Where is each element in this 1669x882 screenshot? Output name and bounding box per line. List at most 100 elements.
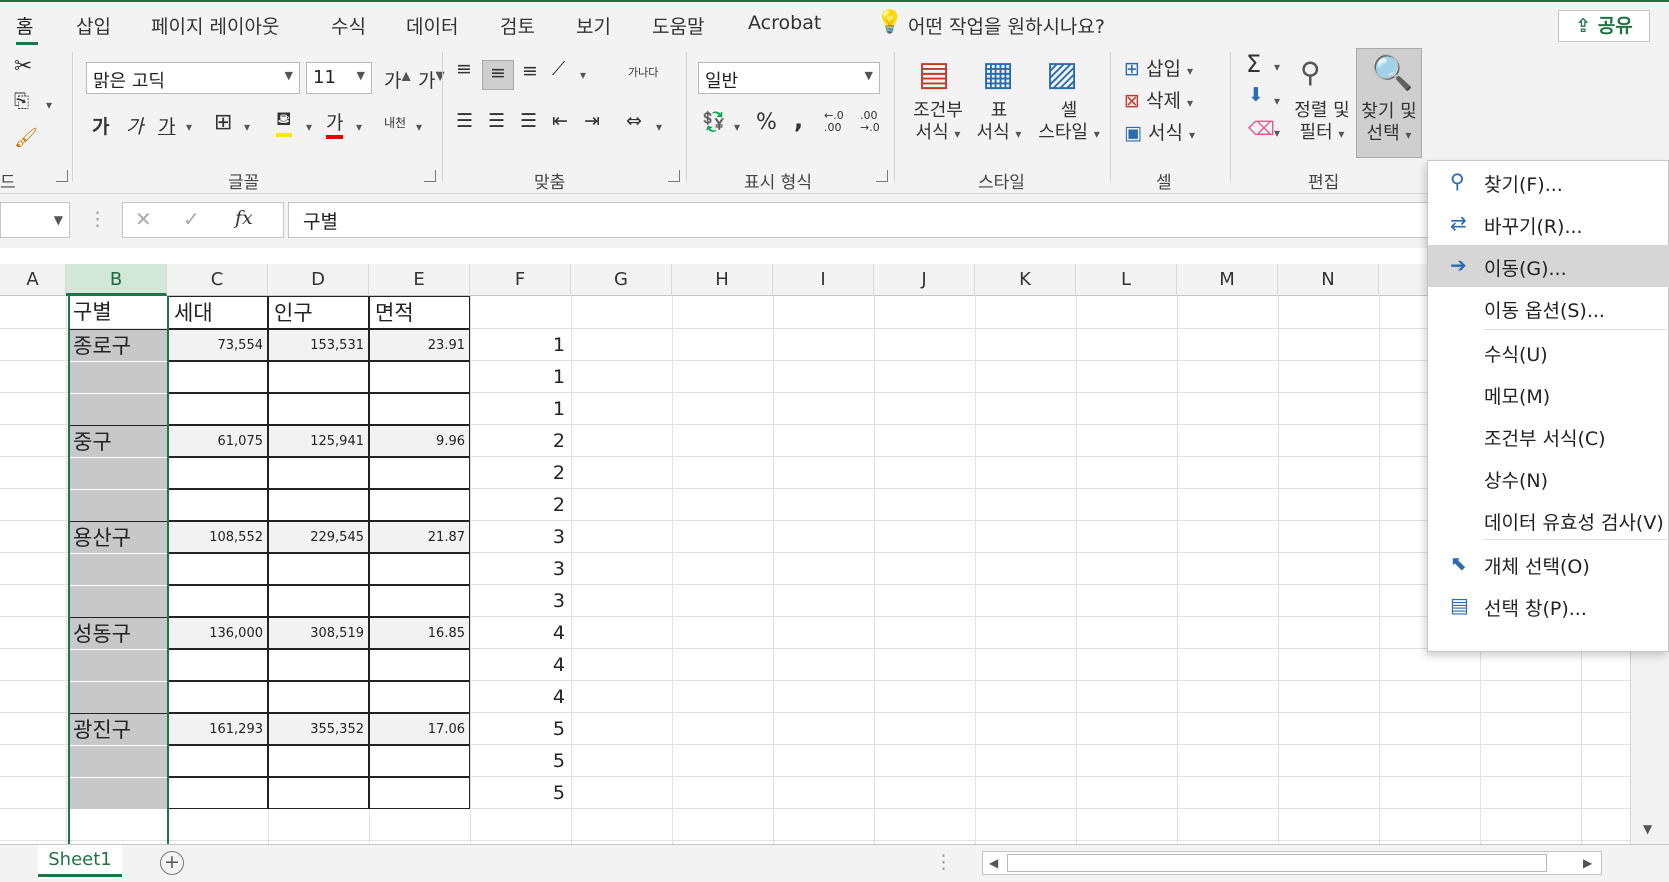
cell-population[interactable]: 229,545: [268, 521, 369, 553]
menu-item-4[interactable]: 수식(U): [1428, 331, 1669, 373]
cell-households[interactable]: 73,554: [168, 329, 268, 361]
cell-households[interactable]: [168, 361, 268, 393]
cancel-icon[interactable]: ✕: [135, 207, 152, 231]
menu-item-6[interactable]: 조건부 서식(C): [1428, 415, 1669, 457]
cell-f-value[interactable]: 5: [470, 777, 571, 809]
chevron-down-icon[interactable]: ▾: [416, 120, 422, 134]
col-header-g[interactable]: G: [571, 264, 672, 296]
bold-button[interactable]: 가: [92, 112, 109, 139]
grow-font-button[interactable]: 가▲: [384, 66, 411, 93]
cell-population[interactable]: [268, 489, 369, 521]
cell-households[interactable]: [168, 681, 268, 713]
font-name-select[interactable]: 맑은 고딕 ▼: [86, 62, 300, 94]
cell-f-value[interactable]: 4: [470, 617, 571, 649]
col-header-k[interactable]: K: [975, 264, 1076, 296]
cell-households[interactable]: [168, 457, 268, 489]
cell-area[interactable]: [369, 585, 470, 617]
tab-home[interactable]: 홈: [16, 12, 33, 39]
cell-f-value[interactable]: 1: [470, 393, 571, 425]
format-painter-icon[interactable]: 🖌: [14, 126, 38, 149]
cell-households[interactable]: 136,000: [168, 617, 268, 649]
italic-button[interactable]: 가: [126, 112, 143, 139]
cell-households[interactable]: 108,552: [168, 521, 268, 553]
cell-f-value[interactable]: 5: [470, 745, 571, 777]
number-format-select[interactable]: 일반 ▼: [698, 62, 880, 94]
chevron-down-icon[interactable]: ▾: [306, 120, 312, 134]
align-right-icon[interactable]: ☰: [520, 110, 537, 132]
scroll-left-icon[interactable]: ◀: [989, 856, 998, 870]
cell-f-value[interactable]: 2: [470, 489, 571, 521]
name-box[interactable]: ▼: [0, 202, 70, 238]
cell-population[interactable]: [268, 649, 369, 681]
menu-item-5[interactable]: 메모(M): [1428, 373, 1669, 415]
menu-item-2[interactable]: ➔ 이동(G)...: [1428, 245, 1669, 287]
orientation-icon[interactable]: ⟋: [552, 58, 565, 80]
menu-item-3[interactable]: 이동 옵션(S)...: [1428, 287, 1669, 329]
cell-f-value[interactable]: 5: [470, 713, 571, 745]
phonetic-button[interactable]: 내천: [384, 114, 406, 131]
cell-population[interactable]: [268, 777, 369, 809]
cell-f-value[interactable]: 2: [470, 425, 571, 457]
cell-households[interactable]: [168, 489, 268, 521]
cell-area[interactable]: 16.85: [369, 617, 470, 649]
col-header-e[interactable]: E: [369, 264, 470, 296]
menu-item-8[interactable]: 데이터 유효성 검사(V): [1428, 499, 1669, 541]
align-center-icon[interactable]: ☰: [488, 110, 505, 132]
autosum-button[interactable]: Σ: [1246, 50, 1261, 78]
cell-f-value[interactable]: 3: [470, 553, 571, 585]
font-size-select[interactable]: 11 ▼: [306, 62, 372, 94]
conditional-format-button[interactable]: 조건부 서식 ▾: [906, 100, 970, 145]
menu-item-10[interactable]: ▤ 선택 창(P)...: [1428, 585, 1669, 627]
scrollbar-thumb[interactable]: [1007, 854, 1547, 872]
cell-area[interactable]: [369, 649, 470, 681]
cell-f-value[interactable]: 3: [470, 585, 571, 617]
alignment-launcher[interactable]: [668, 170, 680, 182]
chevron-down-icon[interactable]: ▾: [1274, 126, 1280, 140]
scroll-down-icon[interactable]: ▼: [1643, 822, 1652, 836]
merge-center-icon[interactable]: ⇔: [626, 110, 642, 132]
chevron-down-icon[interactable]: ▾: [734, 120, 740, 134]
sort-filter-button[interactable]: 정렬 및 필터 ▾: [1290, 100, 1354, 145]
cell-population[interactable]: [268, 393, 369, 425]
tab-acrobat[interactable]: Acrobat: [748, 12, 821, 34]
cell-c1[interactable]: 세대: [168, 296, 268, 329]
font-color-button[interactable]: 가: [326, 108, 344, 139]
format-as-table-button[interactable]: 표 서식 ▾: [966, 100, 1032, 145]
fill-down-icon[interactable]: ⬇: [1248, 84, 1264, 106]
cell-area[interactable]: 21.87: [369, 521, 470, 553]
col-header-b[interactable]: B: [66, 264, 167, 296]
sheet-tab-sheet1[interactable]: Sheet1: [38, 845, 122, 877]
delete-cells-button[interactable]: ⊠ 삭제 ▾: [1124, 86, 1193, 113]
underline-button[interactable]: 가: [158, 112, 175, 139]
borders-icon[interactable]: ⊞: [214, 110, 232, 135]
cell-households[interactable]: 161,293: [168, 713, 268, 745]
cell-area[interactable]: [369, 745, 470, 777]
cell-households[interactable]: 61,075: [168, 425, 268, 457]
format-cells-button[interactable]: ▣ 서식 ▾: [1124, 118, 1195, 145]
cell-households[interactable]: [168, 649, 268, 681]
cell-population[interactable]: 153,531: [268, 329, 369, 361]
cell-area[interactable]: [369, 361, 470, 393]
col-header-h[interactable]: H: [672, 264, 773, 296]
cell-area[interactable]: 9.96: [369, 425, 470, 457]
chevron-down-icon[interactable]: ▾: [186, 120, 192, 134]
cell-area[interactable]: 23.91: [369, 329, 470, 361]
menu-item-7[interactable]: 상수(N): [1428, 457, 1669, 499]
cell-area[interactable]: [369, 553, 470, 585]
chevron-down-icon[interactable]: ▾: [656, 120, 662, 134]
cell-f-value[interactable]: 1: [470, 329, 571, 361]
percent-button[interactable]: %: [756, 110, 777, 135]
clear-eraser-icon[interactable]: ⌫: [1248, 118, 1275, 140]
align-top-icon[interactable]: ≡: [456, 58, 472, 80]
add-sheet-button[interactable]: +: [160, 851, 184, 875]
tab-insert[interactable]: 삽입: [76, 12, 111, 39]
align-bottom-icon[interactable]: ≡: [522, 60, 538, 82]
decrease-decimal-button[interactable]: .00 →.0: [860, 110, 886, 134]
col-header-i[interactable]: I: [773, 264, 874, 296]
cell-f-value[interactable]: 1: [470, 361, 571, 393]
cell-population[interactable]: [268, 457, 369, 489]
tab-view[interactable]: 보기: [576, 12, 611, 39]
tab-review[interactable]: 검토: [500, 12, 535, 39]
chevron-down-icon[interactable]: ▾: [1274, 94, 1280, 108]
horizontal-scrollbar[interactable]: ◀ ▶: [982, 851, 1602, 875]
